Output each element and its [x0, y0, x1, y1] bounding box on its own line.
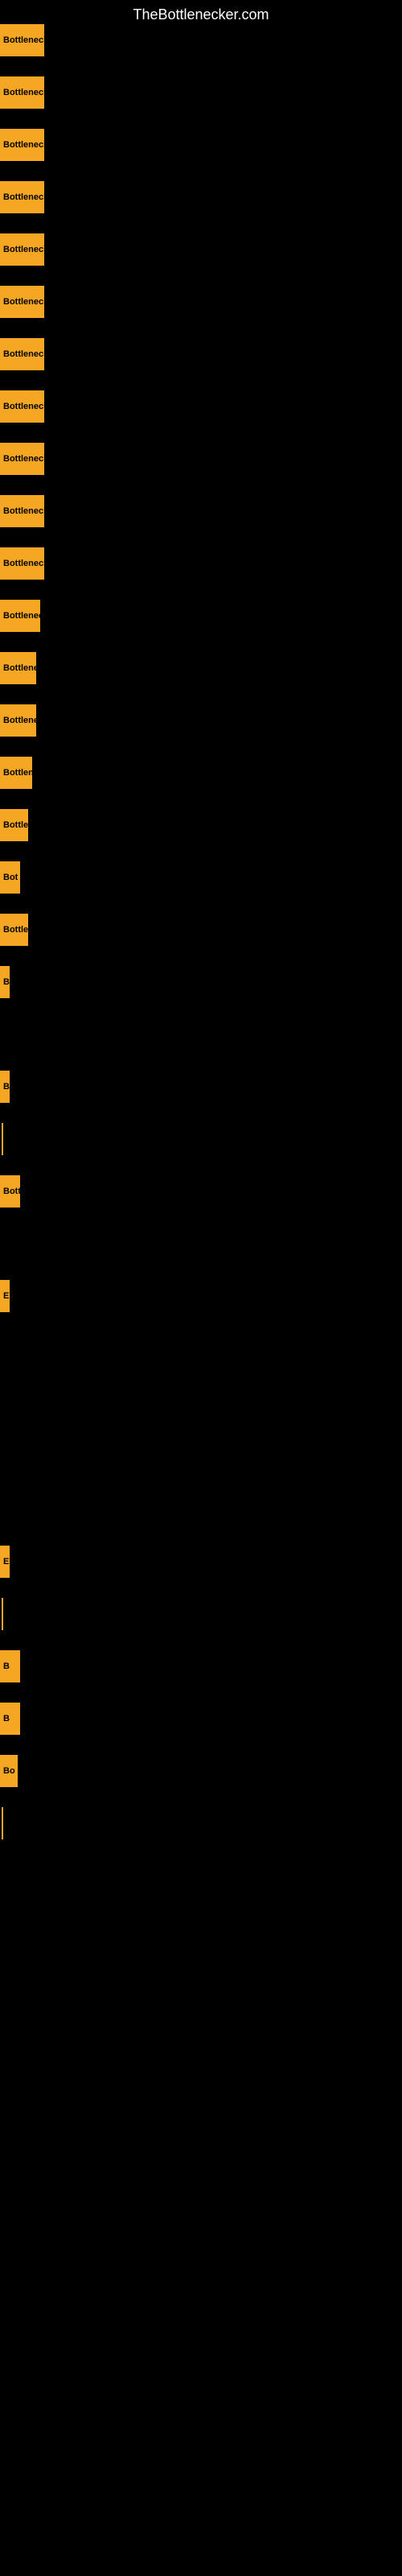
bottleneck-bar-label-25: B — [3, 1662, 10, 1671]
bottleneck-bar-3[interactable]: Bottleneck resul — [0, 181, 44, 213]
bottleneck-bar-27[interactable]: Bo — [0, 1755, 18, 1787]
bottleneck-bar-19[interactable]: B — [0, 1071, 10, 1103]
bottleneck-bar-label-11: Bottleneck res — [3, 611, 40, 621]
bottleneck-bar-18[interactable]: B — [0, 966, 10, 998]
bottleneck-bar-label-1: Bottleneck resul — [3, 88, 44, 97]
bottleneck-bar-6[interactable]: Bottleneck resul — [0, 338, 44, 370]
bottleneck-bar-13[interactable]: Bottleneck r — [0, 704, 36, 737]
bottleneck-line-24 — [2, 1598, 3, 1630]
bottleneck-bar-21[interactable]: Bott — [0, 1175, 20, 1208]
site-title: TheBottlenecker.com — [0, 0, 402, 30]
bottleneck-bar-label-21: Bott — [3, 1187, 20, 1196]
bottleneck-bar-1[interactable]: Bottleneck resul — [0, 76, 44, 109]
bottleneck-bar-label-10: Bottleneck resul — [3, 559, 44, 568]
bottleneck-bar-23[interactable]: E — [0, 1546, 10, 1578]
bottleneck-bar-label-3: Bottleneck resul — [3, 192, 44, 202]
bottleneck-line-28 — [2, 1807, 3, 1839]
bottleneck-bar-label-4: Bottleneck resul — [3, 245, 44, 254]
bottleneck-bar-4[interactable]: Bottleneck resul — [0, 233, 44, 266]
bottleneck-bar-12[interactable]: Bottleneck r — [0, 652, 36, 684]
bottleneck-line-20 — [2, 1123, 3, 1155]
bottleneck-bar-label-26: B — [3, 1714, 10, 1724]
bottleneck-bar-label-23: E — [3, 1557, 9, 1567]
bottleneck-bar-label-7: Bottleneck resul — [3, 402, 44, 411]
bottleneck-bar-2[interactable]: Bottleneck resul — [0, 129, 44, 161]
bottleneck-bar-26[interactable]: B — [0, 1703, 20, 1735]
bottleneck-bar-5[interactable]: Bottleneck resul — [0, 286, 44, 318]
bottleneck-bar-17[interactable]: Bottlen — [0, 914, 28, 946]
bottleneck-bar-label-6: Bottleneck resul — [3, 349, 44, 359]
bottleneck-bar-label-15: Bottlene — [3, 820, 28, 830]
bottleneck-bar-label-5: Bottleneck resul — [3, 297, 44, 307]
bottleneck-bar-label-19: B — [3, 1082, 10, 1092]
bottleneck-bar-14[interactable]: Bottleneck r — [0, 757, 32, 789]
bottleneck-bar-label-2: Bottleneck resul — [3, 140, 44, 150]
bottleneck-bar-label-12: Bottleneck r — [3, 663, 36, 673]
bottleneck-bar-label-8: Bottleneck resul — [3, 454, 44, 464]
bottleneck-bar-25[interactable]: B — [0, 1650, 20, 1682]
bottleneck-bar-label-27: Bo — [3, 1766, 15, 1776]
bottleneck-bar-22[interactable]: E — [0, 1280, 10, 1312]
bottleneck-bar-label-14: Bottleneck r — [3, 768, 32, 778]
bottleneck-bar-label-18: B — [3, 977, 10, 987]
bottleneck-bar-0[interactable]: Bottleneck resul — [0, 24, 44, 56]
bottleneck-bar-label-16: Bot — [3, 873, 18, 882]
bottleneck-bar-8[interactable]: Bottleneck resul — [0, 443, 44, 475]
bottleneck-bar-label-13: Bottleneck r — [3, 716, 36, 725]
bottleneck-bar-10[interactable]: Bottleneck resul — [0, 547, 44, 580]
bottleneck-bar-9[interactable]: Bottleneck resul — [0, 495, 44, 527]
bottleneck-bar-11[interactable]: Bottleneck res — [0, 600, 40, 632]
bottleneck-bar-16[interactable]: Bot — [0, 861, 20, 894]
bottleneck-bar-label-0: Bottleneck resul — [3, 35, 44, 45]
bottleneck-bar-7[interactable]: Bottleneck resul — [0, 390, 44, 423]
bottleneck-bar-label-17: Bottlen — [3, 925, 28, 935]
bottleneck-bar-label-9: Bottleneck resul — [3, 506, 44, 516]
bottleneck-bar-15[interactable]: Bottlene — [0, 809, 28, 841]
bottleneck-bar-label-22: E — [3, 1291, 9, 1301]
